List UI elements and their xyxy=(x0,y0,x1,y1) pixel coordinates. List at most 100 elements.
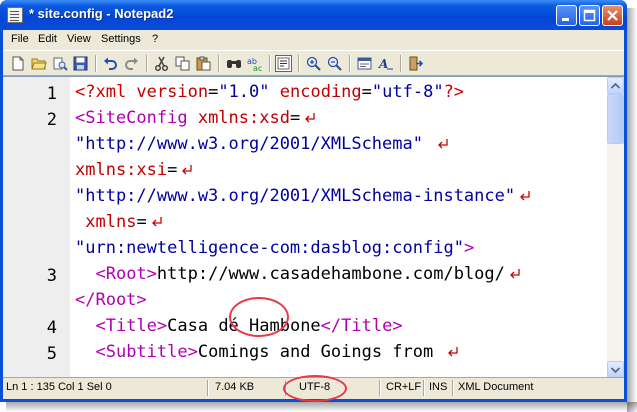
editor-pane[interactable]: 1 2 3 4 5 <?xml version="1.0" encoding="… xyxy=(3,76,624,377)
code-line[interactable]: "http://www.w3.org/2001/XMLSchema-instan… xyxy=(75,186,531,206)
zoom-in-button[interactable] xyxy=(305,55,322,72)
zoom-out-button[interactable] xyxy=(326,55,343,72)
scheme-button[interactable] xyxy=(356,55,373,72)
code-token: = xyxy=(136,212,147,232)
minimize-icon xyxy=(562,18,569,21)
code-line[interactable]: <Root>http://www.casadehambone.com/blog/ xyxy=(75,264,521,284)
replace-button[interactable]: ab ac xyxy=(246,55,263,72)
font-button[interactable]: A xyxy=(377,55,394,72)
code-token: "urn:newtelligence-com:dasblog:config" xyxy=(75,238,464,258)
copy-icon xyxy=(175,56,190,71)
code-token: "1.0" xyxy=(218,82,270,102)
arrow-down-icon xyxy=(611,366,620,373)
svg-text:ac: ac xyxy=(253,64,262,71)
scroll-down-button[interactable] xyxy=(607,361,624,377)
toolbar-separator xyxy=(349,55,351,72)
code-line[interactable]: <Title>Casa dé Hambone</Title> xyxy=(75,316,403,336)
menu-settings[interactable]: Settings xyxy=(101,33,141,45)
code-token: </Root> xyxy=(75,290,147,310)
minimize-button[interactable] xyxy=(556,5,577,26)
scroll-thumb[interactable] xyxy=(607,94,624,144)
exit-icon xyxy=(409,56,423,71)
line-number: 4 xyxy=(46,318,57,338)
code-token: = xyxy=(167,160,178,180)
code-token: http://www.casadehambone.com/blog/ xyxy=(156,264,505,284)
status-document-type[interactable]: XML Document xyxy=(458,381,533,393)
new-file-button[interactable] xyxy=(9,55,26,72)
find-icon xyxy=(226,60,241,68)
line-number-gutter: 1 2 3 4 5 xyxy=(3,77,70,377)
code-token: ?> xyxy=(443,82,465,102)
cut-icon xyxy=(154,56,169,71)
copy-button[interactable] xyxy=(174,55,191,72)
maximize-button[interactable] xyxy=(579,5,600,26)
notepad-app-icon[interactable] xyxy=(7,7,23,23)
scheme-icon xyxy=(357,57,372,70)
window-shadow-right xyxy=(627,8,637,412)
code-token: xmlns xyxy=(85,212,137,232)
open-button[interactable] xyxy=(30,55,47,72)
toolbar-separator xyxy=(95,55,97,72)
menu-help[interactable]: ? xyxy=(152,33,158,45)
window-title: * site.config - Notepad2 xyxy=(29,6,174,21)
code-token: > xyxy=(463,238,475,258)
redo-button[interactable] xyxy=(123,55,140,72)
exit-button[interactable] xyxy=(407,55,424,72)
menu-view[interactable]: View xyxy=(67,33,91,45)
code-token: xmlns:xsd xyxy=(197,108,290,128)
undo-button[interactable] xyxy=(102,55,119,72)
code-line[interactable]: xmlns:xsi= xyxy=(75,160,193,180)
scroll-up-button[interactable] xyxy=(607,77,624,94)
find-button[interactable] xyxy=(225,55,242,72)
new-file-icon xyxy=(12,56,23,71)
save-button[interactable] xyxy=(72,55,89,72)
browse-icon xyxy=(53,57,68,71)
word-wrap-button[interactable] xyxy=(275,55,292,72)
paste-button[interactable] xyxy=(195,55,212,72)
code-line[interactable]: </Root> xyxy=(75,290,147,310)
code-token: = xyxy=(208,82,219,102)
menu-edit[interactable]: Edit xyxy=(38,33,57,45)
zoom-out-icon xyxy=(327,56,342,71)
vertical-scrollbar[interactable] xyxy=(607,77,624,377)
notepad2-window: * site.config - Notepad2 File Edit View … xyxy=(0,0,627,402)
title-bar[interactable]: * site.config - Notepad2 xyxy=(0,0,627,30)
wrap-arrow-icon xyxy=(151,217,162,227)
line-number: 3 xyxy=(46,266,57,286)
code-line[interactable]: "urn:newtelligence-com:dasblog:config"> xyxy=(75,238,474,258)
code-line[interactable]: xmlns= xyxy=(75,212,163,232)
client-area: File Edit View Settings ? ab ac A 1 2 3 … xyxy=(3,30,624,402)
code-token: <Subtitle> xyxy=(95,342,198,362)
code-token: </Title> xyxy=(320,316,403,336)
browse-button[interactable] xyxy=(51,55,68,72)
menu-bar: File Edit View Settings ? xyxy=(3,30,624,49)
cut-button[interactable] xyxy=(153,55,170,72)
undo-icon xyxy=(104,57,117,70)
wrap-arrow-icon xyxy=(182,165,193,175)
status-divider xyxy=(207,380,209,396)
code-line[interactable]: <?xml version="1.0" encoding="utf-8"?> xyxy=(75,82,464,102)
status-insert-mode[interactable]: INS xyxy=(429,381,447,393)
code-token: "utf-8" xyxy=(371,82,444,102)
menu-file[interactable]: File xyxy=(11,33,29,45)
toolbar-separator xyxy=(269,55,271,72)
redo-icon xyxy=(125,57,138,70)
status-divider xyxy=(379,380,381,396)
status-line-endings[interactable]: CR+LF xyxy=(386,381,421,393)
status-bar: Ln 1 : 135 Col 1 Sel 0 7.04 KB UTF-8 CR+… xyxy=(3,375,624,402)
code-token: version xyxy=(136,82,209,102)
word-wrap-icon xyxy=(277,57,290,70)
close-button[interactable] xyxy=(602,5,623,26)
status-encoding[interactable]: UTF-8 xyxy=(299,381,330,393)
code-line[interactable]: <Subtitle>Comings and Goings from xyxy=(75,342,459,362)
replace-icon: abac xyxy=(247,57,262,71)
arrow-up-icon xyxy=(611,82,620,89)
wrap-arrow-icon xyxy=(305,113,315,123)
close-icon xyxy=(607,10,618,21)
code-line[interactable]: "http://www.w3.org/2001/XMLSchema" xyxy=(75,134,449,154)
code-line[interactable]: <SiteConfig xmlns:xsd= xyxy=(75,108,316,128)
